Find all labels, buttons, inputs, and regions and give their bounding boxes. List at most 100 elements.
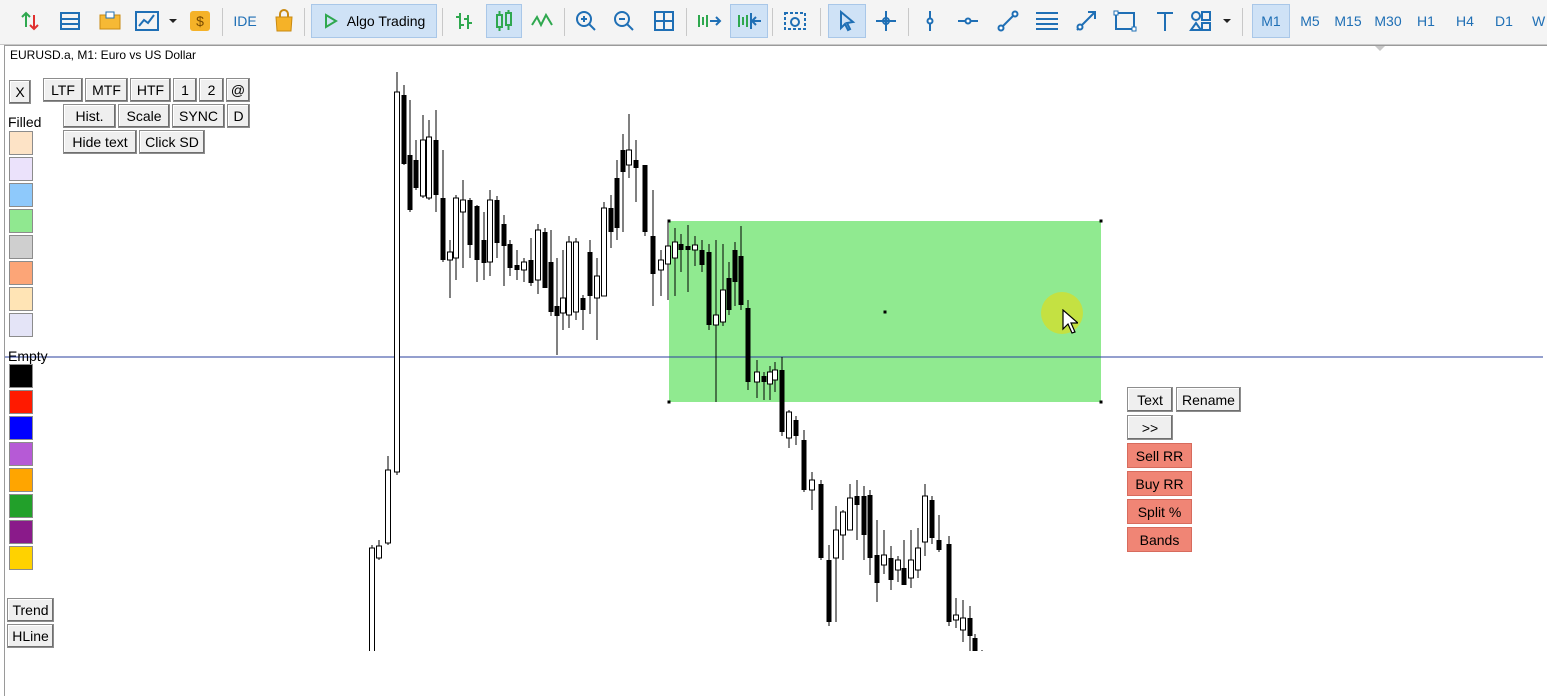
ltf-button[interactable]: LTF: [43, 78, 83, 102]
zoom-in-icon[interactable]: [570, 4, 602, 38]
click-sd-button[interactable]: Click SD: [139, 130, 205, 154]
empty-color-swatch[interactable]: [9, 494, 33, 518]
rectangle-tool-icon[interactable]: [1108, 4, 1142, 38]
timeframe-w1[interactable]: W: [1526, 4, 1547, 38]
hide-text-button[interactable]: Hide text: [63, 130, 137, 154]
candle-body-bearish: [642, 165, 648, 232]
mtf-button[interactable]: MTF: [85, 78, 128, 102]
bands-button[interactable]: Bands: [1127, 527, 1192, 552]
candle-body-bullish: [720, 289, 726, 323]
crosshair-icon[interactable]: [870, 4, 902, 38]
chart-templates-icon[interactable]: [132, 4, 180, 38]
filled-color-swatch[interactable]: [9, 183, 33, 207]
filled-color-swatch[interactable]: [9, 287, 33, 311]
price-chart[interactable]: [4, 45, 1543, 651]
navigator-icon[interactable]: [94, 4, 126, 38]
cursor-icon[interactable]: [828, 4, 866, 38]
timeframe-m1[interactable]: M1: [1252, 4, 1290, 38]
timeframe-h4[interactable]: H4: [1446, 4, 1484, 38]
candle-body-bearish: [433, 140, 439, 195]
fibonacci-icon[interactable]: [1030, 4, 1064, 38]
shapes-menu-icon[interactable]: [1186, 4, 1234, 38]
vertical-line-icon[interactable]: [914, 4, 946, 38]
filled-color-swatch[interactable]: [9, 157, 33, 181]
candle-body-bearish: [861, 496, 867, 535]
empty-color-swatch[interactable]: [9, 442, 33, 466]
candle-body-bullish: [535, 229, 541, 281]
trendline-icon[interactable]: [992, 4, 1024, 38]
filled-color-swatch[interactable]: [9, 261, 33, 285]
market-watch-icon[interactable]: [54, 4, 86, 38]
horizontal-line-icon[interactable]: [952, 4, 984, 38]
empty-color-swatch[interactable]: [9, 364, 33, 388]
auto-scroll-icon[interactable]: [692, 4, 726, 38]
new-order-icon[interactable]: [14, 4, 46, 38]
candle-body-bullish: [908, 559, 914, 579]
candle-body-bullish: [672, 241, 678, 259]
empty-color-swatch[interactable]: [9, 416, 33, 440]
candle-body-bearish: [614, 178, 620, 228]
hline-button[interactable]: HLine: [7, 624, 54, 648]
empty-color-swatch[interactable]: [9, 520, 33, 544]
at-button[interactable]: @: [226, 78, 250, 102]
shop-icon[interactable]: [268, 4, 300, 38]
candle-body-bearish: [481, 240, 487, 263]
play-icon: [324, 13, 338, 29]
line-chart-icon[interactable]: [526, 4, 558, 38]
scale-button[interactable]: Scale: [118, 104, 170, 128]
empty-color-swatch[interactable]: [9, 390, 33, 414]
candle-body-bearish: [507, 244, 513, 268]
candle-body-bearish: [608, 208, 614, 232]
timeframe-h1[interactable]: H1: [1408, 4, 1444, 38]
sync-button[interactable]: SYNC: [172, 104, 225, 128]
candle-body-bearish: [678, 244, 684, 250]
ray-icon[interactable]: [1070, 4, 1102, 38]
split-percent-button[interactable]: Split %: [1127, 499, 1192, 524]
zoom-out-icon[interactable]: [608, 4, 640, 38]
button-2[interactable]: 2: [199, 78, 224, 102]
market-icon[interactable]: $: [186, 4, 214, 38]
timeframe-d1[interactable]: D1: [1486, 4, 1522, 38]
filled-color-swatch[interactable]: [9, 313, 33, 337]
text-button[interactable]: Text: [1127, 387, 1173, 412]
empty-color-swatch[interactable]: [9, 468, 33, 492]
candle-body-bullish: [426, 136, 432, 199]
candle-body-bullish: [960, 617, 966, 631]
chart-window[interactable]: [4, 45, 1547, 696]
timeframe-m30[interactable]: M30: [1368, 4, 1408, 38]
candle-body-bearish: [494, 200, 500, 243]
timeframe-m5[interactable]: M5: [1292, 4, 1328, 38]
candle-body-bullish: [895, 559, 901, 571]
button-1[interactable]: 1: [173, 78, 197, 102]
empty-color-swatch[interactable]: [9, 546, 33, 570]
bar-chart-icon[interactable]: [448, 4, 480, 38]
buy-rr-button[interactable]: Buy RR: [1127, 471, 1192, 496]
trend-button[interactable]: Trend: [7, 598, 54, 622]
sell-rr-button[interactable]: Sell RR: [1127, 443, 1192, 468]
candle-body-bullish: [754, 371, 760, 383]
ide-button[interactable]: IDE: [228, 4, 262, 38]
more-button[interactable]: >>: [1127, 415, 1173, 440]
text-tool-icon[interactable]: [1150, 4, 1180, 38]
algo-trading-button[interactable]: Algo Trading: [311, 4, 437, 38]
d-button[interactable]: D: [227, 104, 250, 128]
candle-body-bullish: [594, 275, 600, 299]
tile-windows-icon[interactable]: [648, 4, 680, 38]
close-panel-button[interactable]: X: [9, 80, 31, 104]
chart-shift-icon[interactable]: [730, 4, 768, 38]
candle-body-bearish: [867, 495, 873, 558]
filled-color-swatch[interactable]: [9, 235, 33, 259]
candle-body-bullish: [420, 139, 426, 197]
timeframe-m15[interactable]: M15: [1328, 4, 1368, 38]
candle-body-bearish: [888, 558, 894, 580]
rename-button[interactable]: Rename: [1176, 387, 1241, 412]
filled-color-swatch[interactable]: [9, 209, 33, 233]
hist-button[interactable]: Hist.: [63, 104, 116, 128]
htf-button[interactable]: HTF: [130, 78, 171, 102]
candle-body-bullish: [881, 554, 887, 566]
candle-body-bullish: [809, 479, 815, 491]
screenshot-icon[interactable]: [778, 4, 812, 38]
candle-body-bearish: [401, 95, 407, 164]
candlestick-icon[interactable]: [486, 4, 522, 38]
filled-color-swatch[interactable]: [9, 131, 33, 155]
